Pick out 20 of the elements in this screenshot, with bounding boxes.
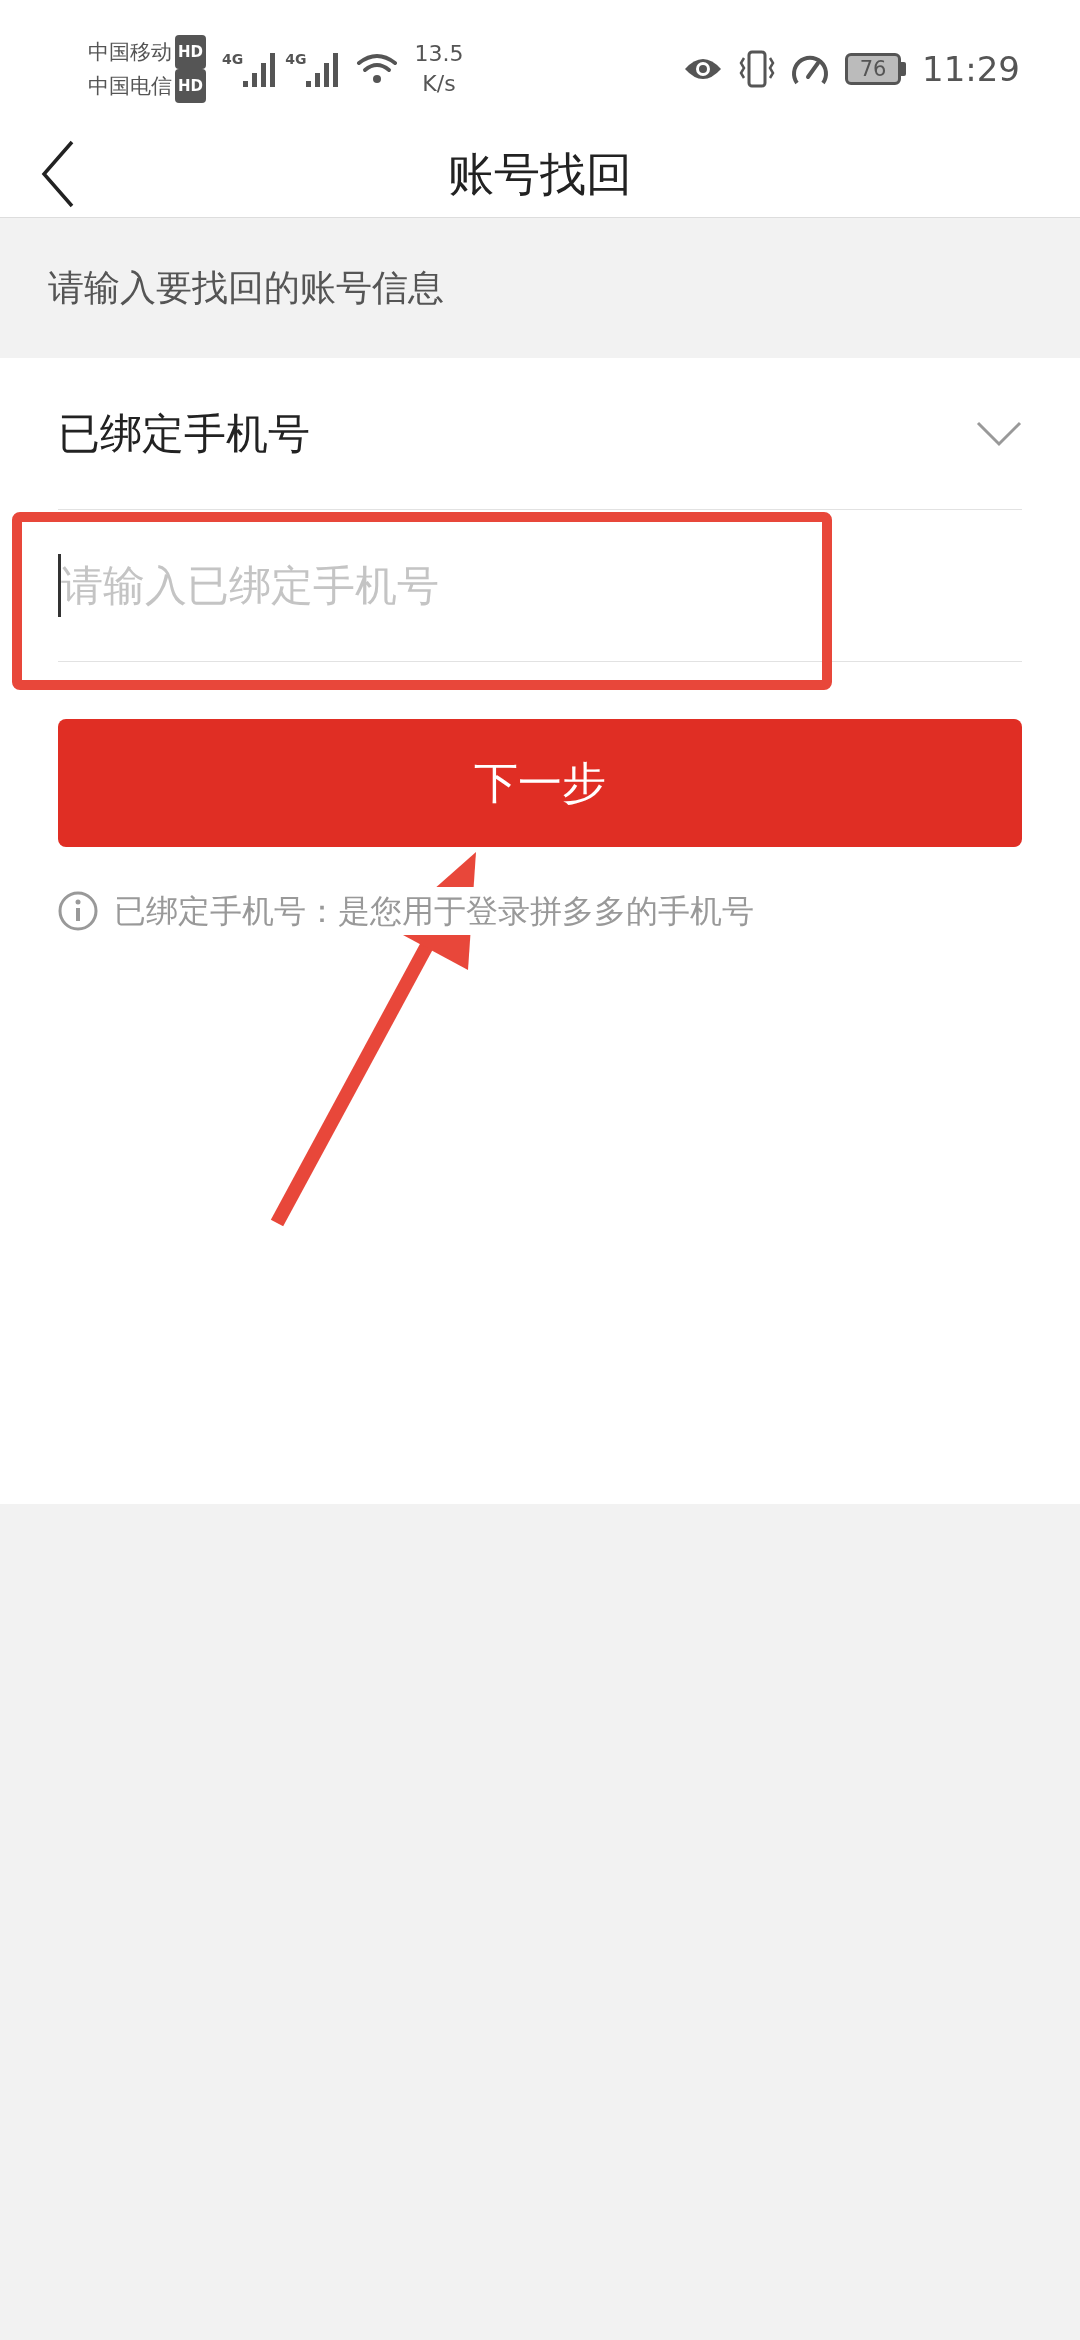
info-icon xyxy=(58,891,98,931)
speed-unit: K/s xyxy=(421,70,457,98)
hd-tag: HD xyxy=(175,35,206,69)
page-title: 账号找回 xyxy=(448,150,632,197)
account-type-dropdown[interactable]: 已绑定手机号 xyxy=(58,358,1022,510)
wifi-icon xyxy=(356,52,399,86)
back-icon[interactable] xyxy=(40,140,76,208)
phone-input-field[interactable]: 请输入已绑定手机号 xyxy=(58,554,1022,617)
network-type: 4G xyxy=(222,50,244,69)
battery-percent: 76 xyxy=(859,57,887,81)
network-speed: 13.5 xyxy=(414,40,464,68)
hint-text: 已绑定手机号：是您用于登录拼多多的手机号 xyxy=(114,887,754,935)
vibrate-icon xyxy=(739,50,775,88)
section-label: 请输入要找回的账号信息 xyxy=(48,266,444,310)
network-type: 4G xyxy=(285,50,307,69)
carrier-name: 中国移动 xyxy=(88,39,172,66)
clock: 11:29 xyxy=(922,47,1020,91)
hd-tag: HD xyxy=(175,69,206,103)
next-button[interactable]: 下一步 xyxy=(58,719,1022,847)
carrier-name: 中国电信 xyxy=(88,73,172,100)
